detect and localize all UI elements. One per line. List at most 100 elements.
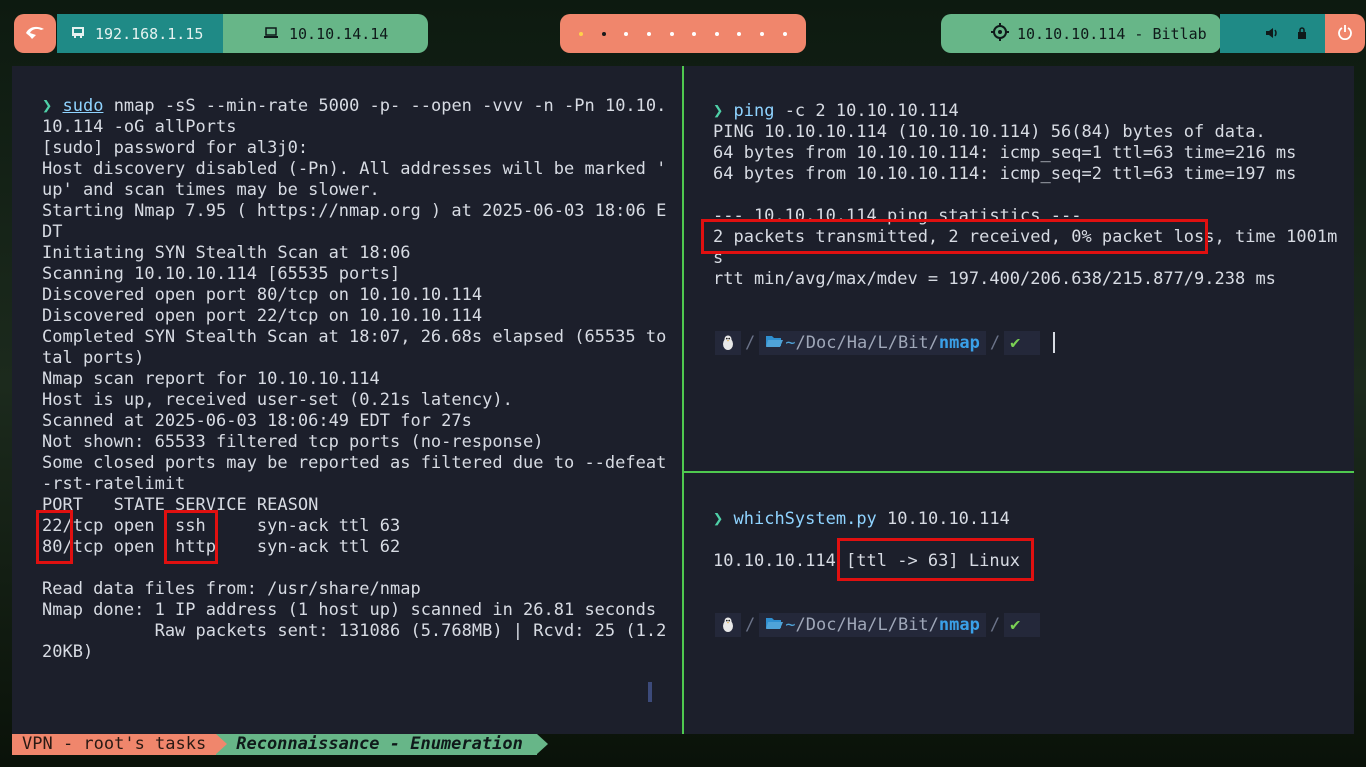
command-line: ❯ ping -c 2 10.10.10.114: [713, 101, 1337, 122]
workspace-10-button[interactable]: [782, 31, 787, 36]
output-line: 10.114 -oG allPorts: [42, 117, 237, 137]
output-line: Host discovery disabled (-Pn). All addre…: [42, 159, 667, 179]
workspace-4-button[interactable]: [647, 31, 652, 36]
highlight-packet-loss: [701, 219, 1208, 254]
output-line: Discovered open port 80/tcp on 10.10.10.…: [42, 285, 483, 305]
output-lines: 10.114 -oG allPorts [sudo] password for a…: [42, 117, 666, 663]
command-name: whichSystem.py: [733, 509, 877, 529]
path-dir: Doc: [805, 615, 837, 635]
output-line: Raw packets sent: 131086 (5.768MB) | Rcv…: [42, 621, 667, 641]
vpn-ip-text: 10.10.14.14: [289, 24, 389, 43]
prompt-arrow: ❯: [42, 96, 53, 116]
prompt-arrow: ❯: [713, 509, 724, 529]
power-button[interactable]: [1325, 14, 1365, 53]
power-icon: [1337, 24, 1353, 44]
command-args: -c 2 10.10.10.114: [774, 101, 959, 121]
output-line: Host is up, received user-set (0.21s lat…: [42, 390, 513, 410]
workspace-1-button[interactable]: [579, 31, 584, 36]
kali-dragon-icon: [24, 23, 46, 45]
output-line: rtt min/avg/max/mdev = 197.400/206.638/2…: [713, 269, 1276, 289]
workspace-9-button[interactable]: [760, 31, 765, 36]
output-line: 20KB): [42, 642, 94, 662]
command-sudo: sudo: [62, 96, 104, 116]
path-dir: Bit: [897, 615, 929, 635]
kali-menu-button[interactable]: [14, 14, 56, 53]
highlight-port-numbers: [36, 510, 73, 564]
output-lines: PING 10.10.10.114 (10.10.10.114) 56(84) …: [713, 122, 1337, 290]
folder-open-icon: [765, 333, 784, 353]
highlight-os-detection: [837, 538, 1034, 581]
workspace-3-button[interactable]: [624, 31, 629, 36]
highlight-services: [164, 510, 218, 564]
output-line: PING 10.10.10.114 (10.10.10.114) 56(84) …: [713, 122, 1266, 142]
output-line: 80/tcp open http syn-ack ttl 62: [42, 537, 401, 557]
crosshair-icon: [991, 22, 1009, 45]
text-cursor: [1053, 332, 1055, 353]
output-line: Read data files from: /usr/share/nmap: [42, 579, 421, 599]
terminal-pane-left[interactable]: ❯ sudo nmap -sS --min-rate 5000 -p- --op…: [42, 96, 666, 663]
terminal-window[interactable]: ❯ sudo nmap -sS --min-rate 5000 -p- --op…: [12, 66, 1354, 734]
output-line: Scanning 10.10.10.114 [65535 ports]: [42, 264, 401, 284]
path-dir: Ha: [846, 333, 868, 353]
shell-prompt: / ~ / Doc / Ha / L / Bit / nmap / ✔: [715, 331, 1041, 355]
network-card-icon: [71, 25, 85, 43]
path-dir: Ha: [846, 615, 868, 635]
command-args: nmap -sS --min-rate 5000 -p- --open -vvv…: [103, 96, 667, 116]
tmux-status-bar: VPN - root's tasks Reconnaissance - Enum…: [12, 734, 548, 755]
workspace-8-button[interactable]: [737, 31, 742, 36]
workspace-2-button[interactable]: [601, 31, 606, 36]
command-line: ❯ whichSystem.py 10.10.10.114: [713, 509, 1020, 530]
status-ok-icon: ✔: [1004, 331, 1041, 355]
tmux-window-name[interactable]: Reconnaissance - Enumeration: [216, 734, 548, 755]
shell-prompt: / ~ / Doc / Ha / L / Bit / nmap / ✔: [715, 613, 1041, 637]
vpn-ip-widget: 10.10.14.14: [223, 14, 428, 53]
output-line: 22/tcp open ssh syn-ack ttl 63: [42, 516, 401, 536]
output-line: Not shown: 65533 filtered tcp ports (no-…: [42, 432, 544, 452]
command-args: 10.10.10.114: [876, 509, 1010, 529]
output-line: -rst-ratelimit: [42, 474, 186, 494]
linux-tux-icon: [715, 331, 741, 355]
path-dir: Bit: [897, 333, 929, 353]
output-line: Starting Nmap 7.95 ( https://nmap.org ) …: [42, 201, 667, 221]
pane-divider-horizontal[interactable]: [684, 471, 1354, 473]
path-dir: L: [877, 615, 888, 635]
path-dir: L: [877, 333, 888, 353]
output-line: up' and scan times may be slower.: [42, 180, 380, 200]
system-tray: [1220, 14, 1325, 53]
output-line: Discovered open port 22/tcp on 10.10.10.…: [42, 306, 483, 326]
command-name: ping: [733, 101, 775, 121]
output-line: Nmap scan report for 10.10.10.114: [42, 369, 380, 389]
output-line: 64 bytes from 10.10.10.114: icmp_seq=2 t…: [713, 164, 1297, 184]
target-text: 10.10.10.114 - Bitlab: [1017, 24, 1207, 43]
path-home: ~: [785, 333, 796, 353]
path-segment: ~ / Doc / Ha / L / Bit / nmap: [759, 613, 986, 637]
volume-icon[interactable]: [1265, 25, 1279, 43]
output-line: DT: [42, 222, 63, 242]
laptop-icon: [263, 25, 279, 43]
output-line: Scanned at 2025-06-03 18:06:49 EDT for 2…: [42, 411, 472, 431]
output-line: PORT STATE SERVICE REASON: [42, 495, 319, 515]
output-line: Nmap done: 1 IP address (1 host up) scan…: [42, 600, 657, 620]
lock-icon[interactable]: [1297, 25, 1307, 43]
status-ok-icon: ✔: [1004, 613, 1041, 637]
pane-divider-vertical[interactable]: [682, 66, 684, 734]
tmux-session-name[interactable]: VPN - root's tasks: [12, 734, 228, 755]
local-ip-widget: 192.168.1.15: [57, 14, 223, 53]
output-line: tal ports): [42, 348, 145, 368]
terminal-pane-right-top[interactable]: ❯ ping -c 2 10.10.10.114 PING 10.10.10.11…: [713, 101, 1337, 290]
folder-open-icon: [765, 615, 784, 635]
path-home: ~: [785, 615, 796, 635]
scroll-indicator: [648, 682, 652, 702]
prompt-arrow: ❯: [713, 101, 724, 121]
path-current: nmap: [938, 615, 980, 635]
workspace-6-button[interactable]: [692, 31, 697, 36]
path-current: nmap: [938, 333, 980, 353]
output-line: Completed SYN Stealth Scan at 18:07, 26.…: [42, 327, 667, 347]
local-ip-text: 192.168.1.15: [95, 24, 204, 43]
workspace-7-button[interactable]: [714, 31, 719, 36]
output-line: Initiating SYN Stealth Scan at 18:06: [42, 243, 411, 263]
path-dir: Doc: [805, 333, 837, 353]
workspace-5-button[interactable]: [669, 31, 674, 36]
